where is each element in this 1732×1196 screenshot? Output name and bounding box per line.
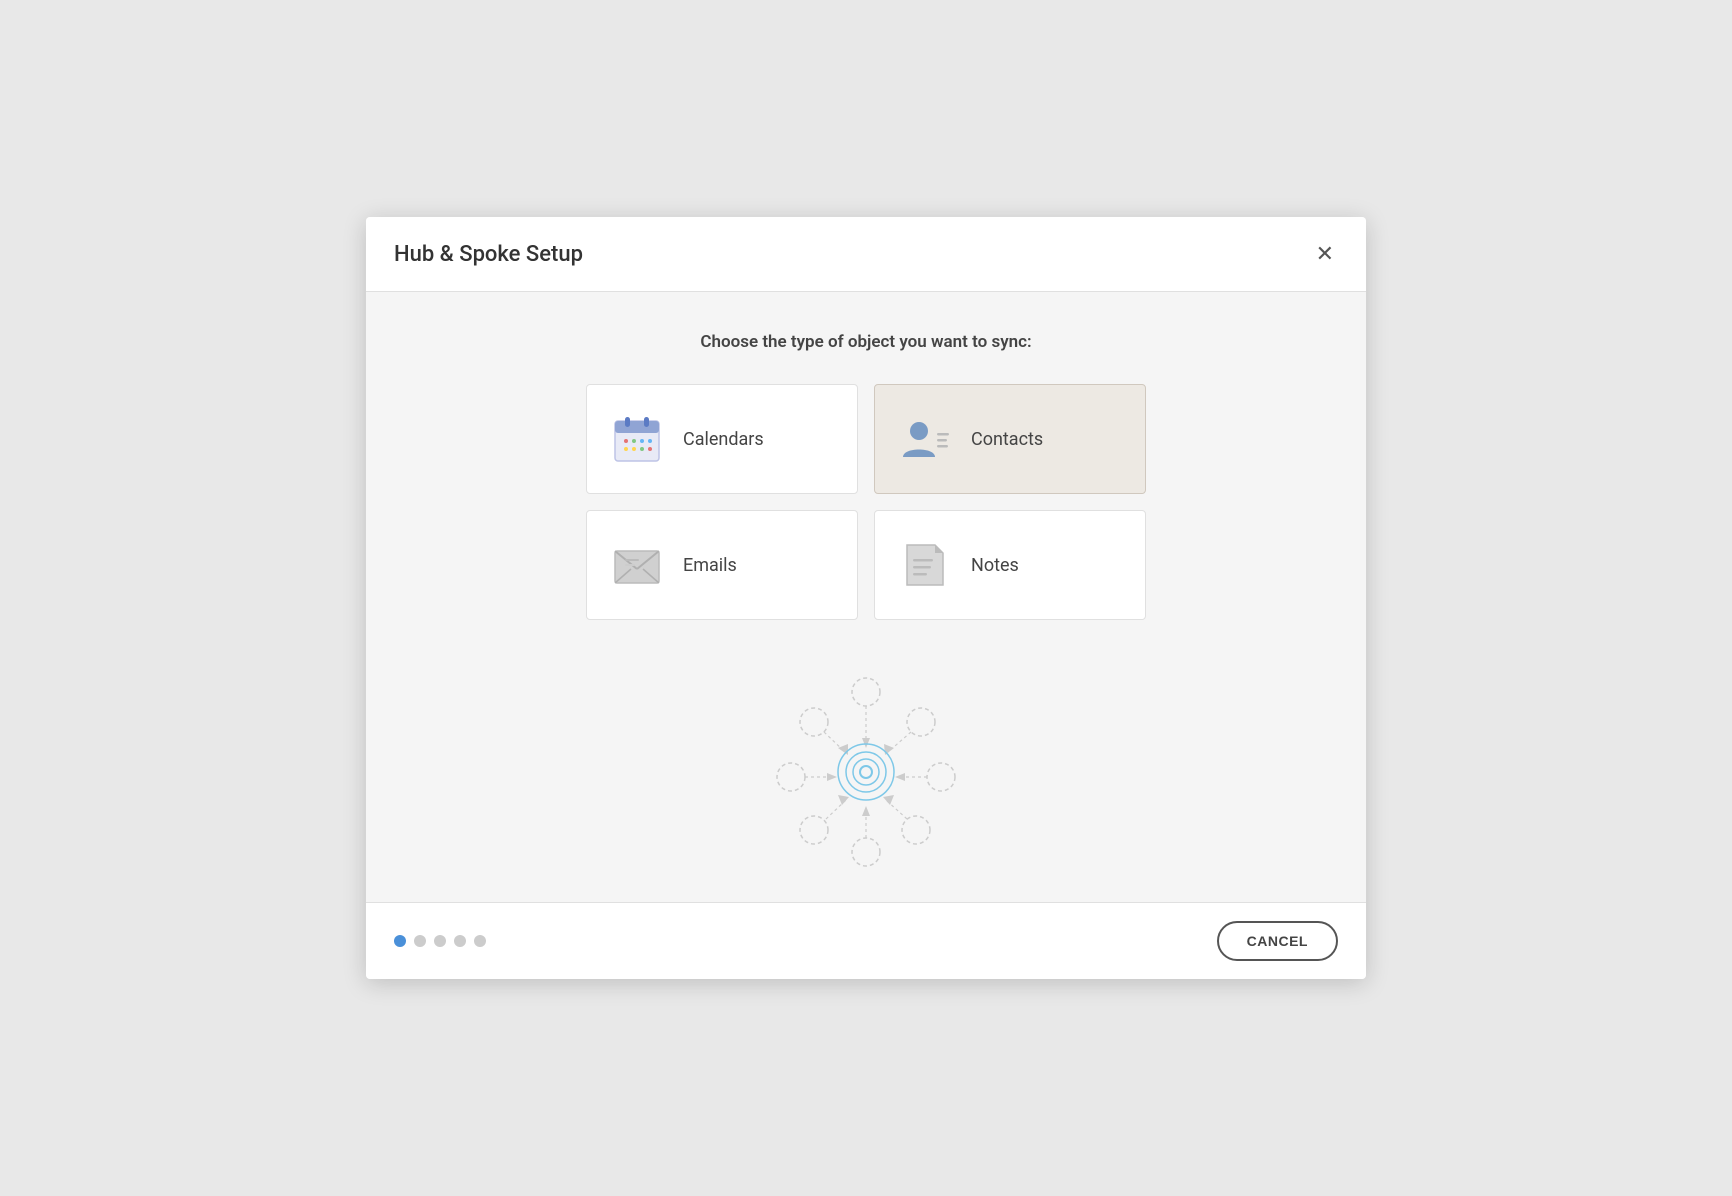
calendar-icon <box>611 413 663 465</box>
hub-spoke-diagram <box>756 662 976 882</box>
dialog-footer: CANCEL <box>366 902 1366 979</box>
pagination-dots <box>394 935 486 947</box>
hub-spoke-dialog: Hub & Spoke Setup ✕ Choose the type of o… <box>366 217 1366 979</box>
emails-label: Emails <box>683 555 737 576</box>
dialog-body: Choose the type of object you want to sy… <box>366 292 1366 902</box>
dot-5 <box>474 935 486 947</box>
email-icon <box>611 539 663 591</box>
contact-icon <box>899 413 951 465</box>
dot-2 <box>414 935 426 947</box>
calendars-label: Calendars <box>683 429 764 450</box>
contacts-label: Contacts <box>971 429 1043 450</box>
prompt-text: Choose the type of object you want to sy… <box>700 332 1031 352</box>
option-emails[interactable]: Emails <box>586 510 858 620</box>
option-contacts[interactable]: Contacts <box>874 384 1146 494</box>
dialog-title: Hub & Spoke Setup <box>394 242 583 267</box>
cancel-button[interactable]: CANCEL <box>1217 921 1338 961</box>
option-notes[interactable]: Notes <box>874 510 1146 620</box>
dot-3 <box>434 935 446 947</box>
dot-1 <box>394 935 406 947</box>
option-calendars[interactable]: Calendars <box>586 384 858 494</box>
dialog-header: Hub & Spoke Setup ✕ <box>366 217 1366 292</box>
dot-4 <box>454 935 466 947</box>
options-grid: Calendars Contacts <box>586 384 1146 620</box>
notes-icon <box>899 539 951 591</box>
notes-label: Notes <box>971 555 1019 576</box>
close-button[interactable]: ✕ <box>1312 239 1338 269</box>
